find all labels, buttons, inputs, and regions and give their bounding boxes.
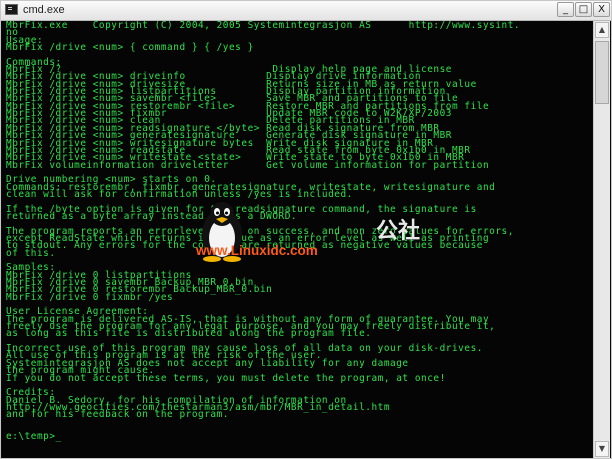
watermark-text: 公社 <box>376 219 421 244</box>
console-line: of this. <box>6 247 56 259</box>
scroll-up-button[interactable]: ▲ <box>595 22 609 38</box>
console-line: clean will ask for confirmation unless /… <box>6 188 353 200</box>
console-line: and for his feedback on the program. <box>6 409 229 421</box>
console-line: MbrFix /drive 0 fixmbr /yes <box>6 291 174 303</box>
console-line: MbrFix /drive <num> { command } { /yes } <box>6 42 254 54</box>
watermark-url: www.Linuxidc.com <box>196 243 318 258</box>
minimize-button[interactable]: _ <box>557 2 574 17</box>
title-bar[interactable]: cmd.exe _ □ X <box>1 1 611 21</box>
console-icon[interactable] <box>5 4 18 15</box>
scroll-thumb[interactable] <box>595 41 609 104</box>
watermark: 公社 www.Linuxidc.com <box>196 200 446 270</box>
scroll-down-button[interactable]: ▼ <box>595 441 609 457</box>
window-title: cmd.exe <box>23 4 65 16</box>
console-line: MbrFix volumeinformation driveletter Get… <box>6 159 490 171</box>
console-line: MbrFix.exe Copyright (C) 2004, 2005 Syst… <box>6 21 521 31</box>
console-line: If you do not accept these terms, you mu… <box>6 372 446 384</box>
close-button[interactable]: X <box>593 2 610 17</box>
vertical-scrollbar[interactable]: ▲ ▼ <box>593 21 610 458</box>
console-line: as long as this file is distributed alon… <box>6 328 372 340</box>
maximize-button[interactable]: □ <box>575 2 592 17</box>
console-line: e:\temp>_ <box>6 431 62 443</box>
